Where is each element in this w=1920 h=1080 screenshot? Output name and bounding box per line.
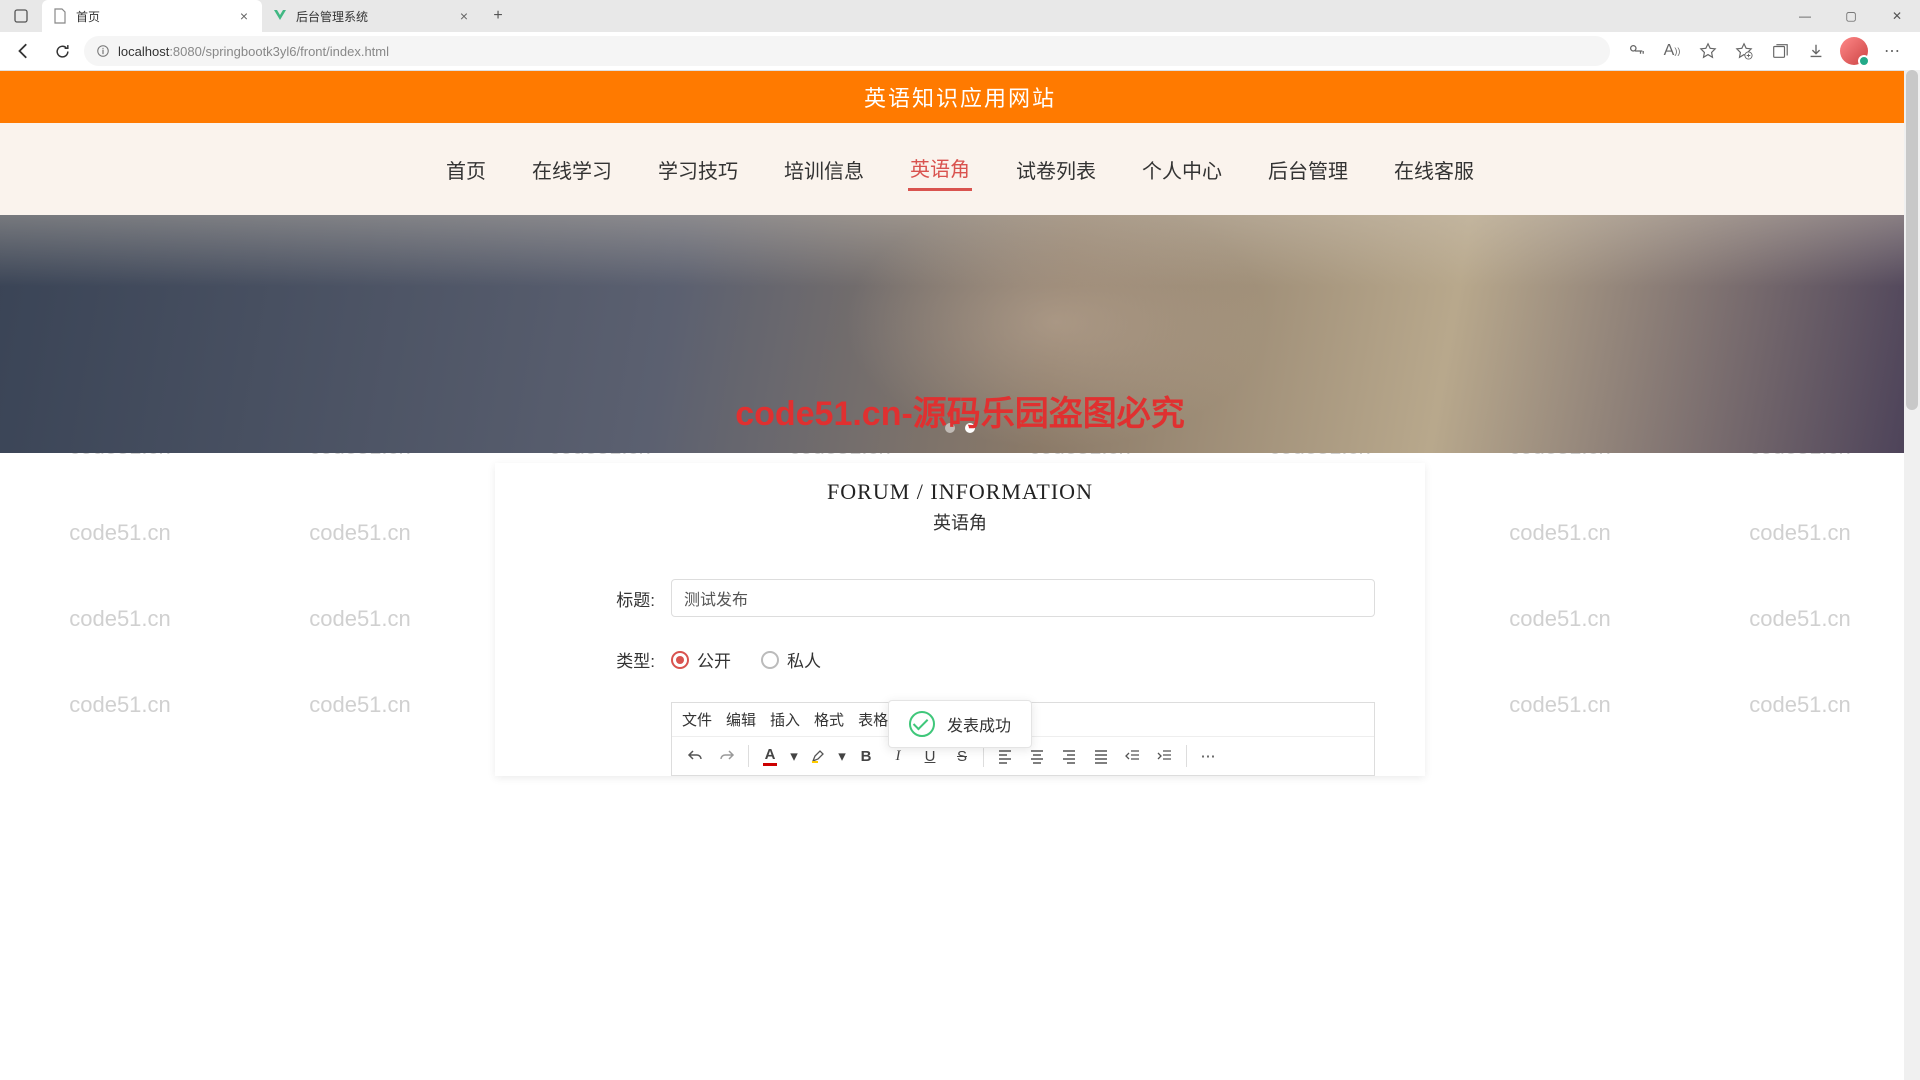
radio-private[interactable]: 私人 xyxy=(761,647,821,672)
address-bar: localhost:8080/springbootk3yl6/front/ind… xyxy=(0,32,1920,70)
section-title-en: FORUM / INFORMATION xyxy=(495,479,1425,505)
browser-chrome: 首页 × 后台管理系统 × + — ▢ ✕ localhost:8080/spr… xyxy=(0,0,1920,71)
scrollbar-thumb[interactable] xyxy=(1906,70,1918,410)
menu-insert[interactable]: 插入 xyxy=(770,709,800,730)
tab-title: 首页 xyxy=(76,8,100,25)
highlight-dropdown-icon[interactable]: ▾ xyxy=(835,741,849,771)
menu-file[interactable]: 文件 xyxy=(682,709,712,730)
indent-icon[interactable] xyxy=(1150,741,1180,771)
toast-message: 发表成功 xyxy=(947,712,1011,736)
url-input[interactable]: localhost:8080/springbootk3yl6/front/ind… xyxy=(84,36,1610,66)
window-controls: — ▢ ✕ xyxy=(1782,0,1920,32)
scrollbar[interactable] xyxy=(1904,70,1920,1080)
downloads-icon[interactable] xyxy=(1804,39,1828,63)
bold-icon[interactable]: B xyxy=(851,741,881,771)
browser-tab[interactable]: 后台管理系统 × xyxy=(262,0,482,32)
refresh-button[interactable] xyxy=(46,35,78,67)
align-justify-icon[interactable] xyxy=(1086,741,1116,771)
radio-public[interactable]: 公开 xyxy=(671,647,731,672)
carousel-banner[interactable]: code51.cn-源码乐园盗图必究 xyxy=(0,215,1920,453)
undo-icon[interactable] xyxy=(680,741,710,771)
password-icon[interactable] xyxy=(1624,39,1648,63)
section-title-cn: 英语角 xyxy=(495,509,1425,535)
more-button[interactable]: ⋯ xyxy=(1880,39,1904,63)
type-radio-group: 公开 私人 xyxy=(671,647,821,672)
site-header: 英语知识应用网站 xyxy=(0,71,1920,123)
nav-personal-center[interactable]: 个人中心 xyxy=(1140,149,1224,190)
nav-exam-list[interactable]: 试卷列表 xyxy=(1014,149,1098,190)
main-nav: 首页 在线学习 学习技巧 培训信息 英语角 试卷列表 个人中心 后台管理 在线客… xyxy=(0,123,1920,215)
close-window-button[interactable]: ✕ xyxy=(1874,0,1920,32)
menu-format[interactable]: 格式 xyxy=(814,709,844,730)
page-icon xyxy=(52,8,68,24)
nav-study-tips[interactable]: 学习技巧 xyxy=(656,149,740,190)
text-color-icon[interactable]: A xyxy=(755,741,785,771)
menu-edit[interactable]: 编辑 xyxy=(726,709,756,730)
collections-icon[interactable] xyxy=(1768,39,1792,63)
tab-bar: 首页 × 后台管理系统 × + — ▢ ✕ xyxy=(0,0,1920,32)
banner-watermark-text: code51.cn-源码乐园盗图必究 xyxy=(735,386,1185,435)
more-tools-icon[interactable]: ⋯ xyxy=(1193,741,1223,771)
nav-english-corner[interactable]: 英语角 xyxy=(908,147,972,191)
radio-label: 私人 xyxy=(787,647,821,672)
outdent-icon[interactable] xyxy=(1118,741,1148,771)
radio-label: 公开 xyxy=(697,647,731,672)
favorites-icon[interactable] xyxy=(1696,39,1720,63)
title-label: 标题: xyxy=(595,586,671,611)
add-favorite-icon[interactable] xyxy=(1732,39,1756,63)
vue-icon xyxy=(272,8,288,24)
radio-icon xyxy=(761,651,779,669)
text-color-dropdown-icon[interactable]: ▾ xyxy=(787,741,801,771)
nav-home[interactable]: 首页 xyxy=(444,149,488,190)
success-icon xyxy=(909,711,935,737)
profile-button[interactable] xyxy=(1840,37,1868,65)
align-right-icon[interactable] xyxy=(1054,741,1084,771)
type-label: 类型: xyxy=(595,647,671,672)
tab-close-button[interactable]: × xyxy=(456,8,472,24)
card-header: FORUM / INFORMATION 英语角 xyxy=(495,463,1425,549)
url-text: localhost:8080/springbootk3yl6/front/ind… xyxy=(118,44,389,59)
radio-icon xyxy=(671,651,689,669)
nav-customer-service[interactable]: 在线客服 xyxy=(1392,149,1476,190)
redo-icon[interactable] xyxy=(712,741,742,771)
site-info-icon[interactable] xyxy=(96,44,110,58)
nav-online-study[interactable]: 在线学习 xyxy=(530,149,614,190)
tab-title: 后台管理系统 xyxy=(296,8,368,25)
tab-list-button[interactable] xyxy=(0,0,42,32)
highlight-icon[interactable] xyxy=(803,741,833,771)
back-button[interactable] xyxy=(8,35,40,67)
site-title: 英语知识应用网站 xyxy=(864,81,1056,113)
maximize-button[interactable]: ▢ xyxy=(1828,0,1874,32)
success-toast: 发表成功 xyxy=(888,700,1032,748)
title-input[interactable] xyxy=(671,579,1375,617)
new-tab-button[interactable]: + xyxy=(482,0,514,32)
menu-table[interactable]: 表格 xyxy=(858,709,888,730)
read-aloud-icon[interactable]: A)) xyxy=(1660,39,1684,63)
minimize-button[interactable]: — xyxy=(1782,0,1828,32)
tab-close-button[interactable]: × xyxy=(236,8,252,24)
nav-admin[interactable]: 后台管理 xyxy=(1266,149,1350,190)
browser-tab-active[interactable]: 首页 × xyxy=(42,0,262,32)
nav-training-info[interactable]: 培训信息 xyxy=(782,149,866,190)
